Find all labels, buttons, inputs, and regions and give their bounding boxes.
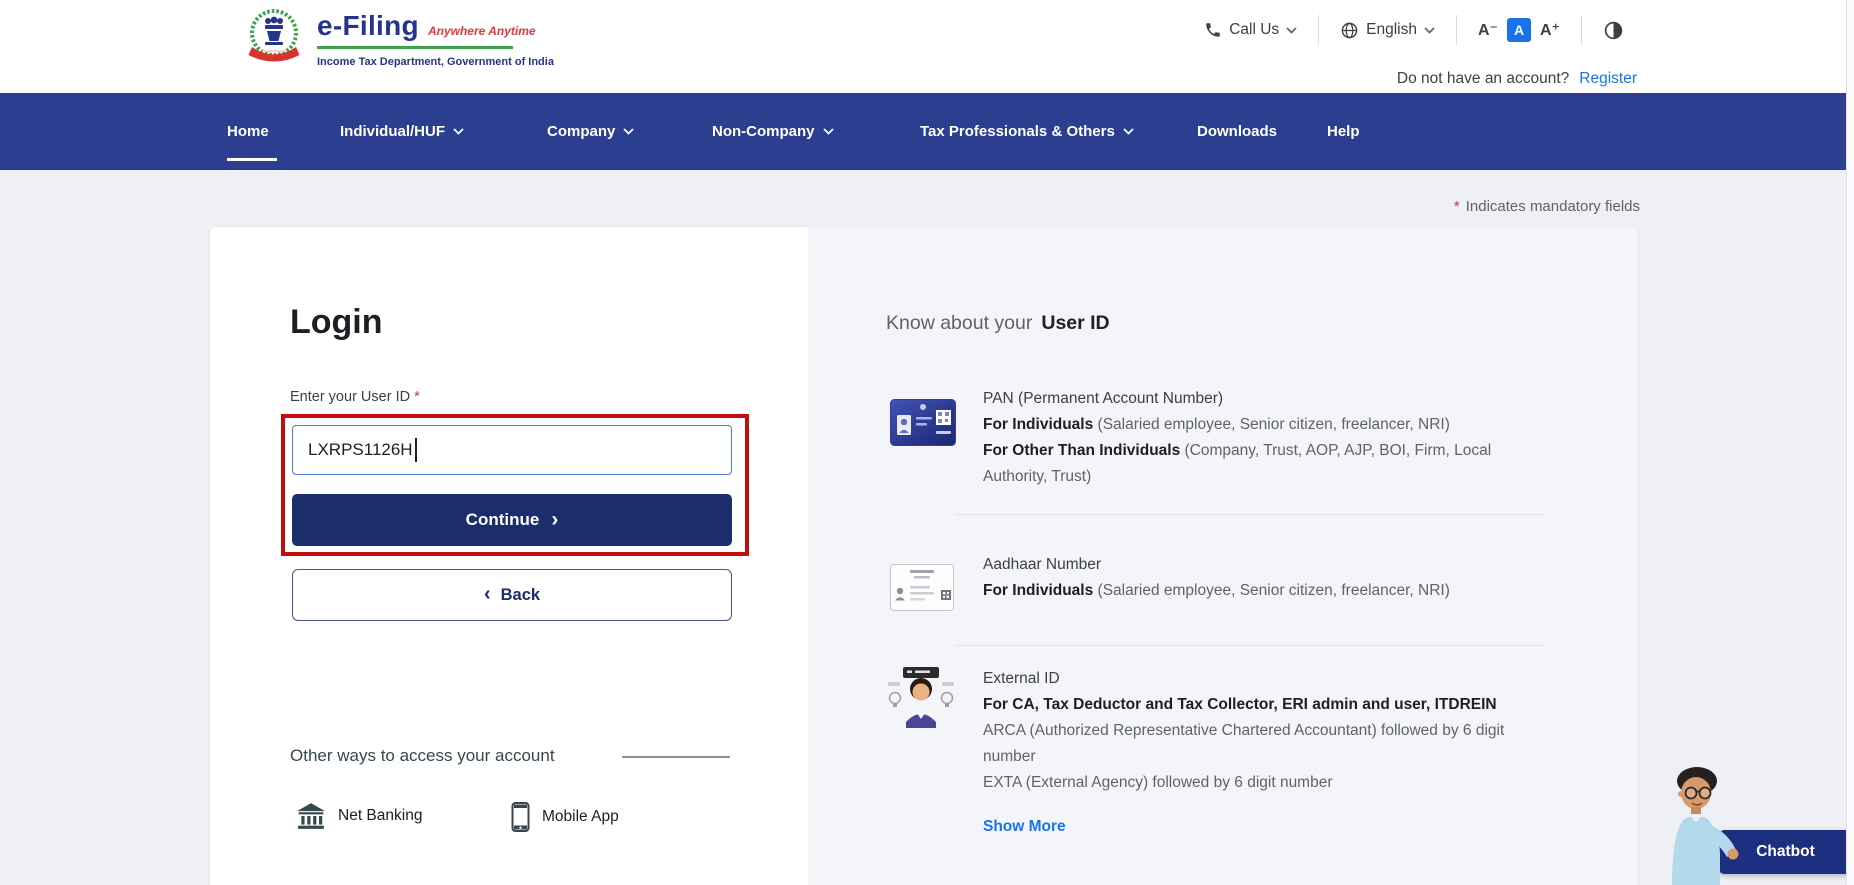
section-separator [955,514,1545,515]
net-banking-label: Net Banking [338,807,422,825]
header-utility-bar: Call Us English A⁻ A A⁺ [1204,12,1624,48]
pan-line1: For Individuals (Salaried employee, Seni… [983,412,1549,438]
nav-help-label: Help [1327,123,1360,140]
font-decrease-button[interactable]: A⁻ [1478,20,1498,40]
brand-tagline: Anywhere Anytime [428,24,536,38]
font-increase-button[interactable]: A⁺ [1540,20,1560,40]
mandatory-star: * [1454,198,1460,215]
section-separator [955,645,1545,646]
contrast-toggle-icon[interactable] [1603,20,1624,41]
user-id-value: LXRPS1126H [308,440,413,460]
account-prompt: Do not have an account? [1397,70,1569,88]
globe-icon [1340,21,1359,40]
nav-tax-professionals-label: Tax Professionals & Others [920,123,1115,140]
net-banking-option[interactable]: Net Banking [296,802,422,830]
call-us-menu[interactable]: Call Us [1204,21,1297,39]
page-title: Login [290,303,383,342]
user-id-label-text: Enter your User ID [290,389,410,405]
external-id-icon [886,666,956,728]
aadhaar-section: Aadhaar Number For Individuals (Salaried… [983,552,1549,604]
other-ways-heading: Other ways to access your account [290,746,555,766]
register-link[interactable]: Register [1579,70,1637,88]
know-title-prefix: Know about your [886,312,1032,335]
call-us-label: Call Us [1229,21,1279,39]
language-label: English [1366,21,1417,39]
efiling-logo: e-Filing Anywhere Anytime Income Tax Dep… [245,6,554,70]
divider [1456,15,1457,45]
mobile-app-option[interactable]: Mobile App [511,802,619,832]
nav-downloads-label: Downloads [1197,123,1277,140]
brand-name: e-Filing [317,10,419,42]
nav-company-label: Company [547,123,615,140]
external-line3: EXTA (External Agency) followed by 6 dig… [983,770,1539,796]
phone-icon [1204,21,1222,39]
pan-card-icon [890,399,956,446]
aadhaar-card-icon [890,564,954,611]
continue-label: Continue [466,510,540,530]
nav-individual-label: Individual/HUF [340,123,445,140]
external-line2: ARCA (Authorized Representative Chartere… [983,718,1539,770]
nav-item-individual-huf[interactable]: Individual/HUF [340,93,464,170]
continue-button[interactable]: Continue › [292,494,732,546]
chevron-down-icon [1286,27,1297,34]
back-button[interactable]: ‹ Back [292,569,732,621]
logo-text: e-Filing Anywhere Anytime Income Tax Dep… [317,6,554,70]
mandatory-fields-note: * Indicates mandatory fields [1454,198,1640,215]
brand-subtitle: Income Tax Department, Government of Ind… [317,56,554,68]
show-more-link[interactable]: Show More [983,818,1066,836]
user-id-input[interactable]: LXRPS1126H [292,425,732,475]
aadhaar-line1: For Individuals (Salaried employee, Seni… [983,578,1549,604]
main-navigation: Home Individual/HUF Company Non-Company … [0,93,1854,170]
chatbot-label: Chatbot [1756,843,1815,861]
pan-heading: PAN (Permanent Account Number) [983,386,1549,412]
chatbot-avatar-icon[interactable] [1648,760,1740,885]
nav-item-downloads[interactable]: Downloads [1197,93,1277,170]
chevron-left-icon: ‹ [484,584,491,606]
font-default-button[interactable]: A [1507,18,1531,42]
nav-item-help[interactable]: Help [1327,93,1360,170]
nav-item-tax-professionals[interactable]: Tax Professionals & Others [920,93,1134,170]
aadhaar-heading: Aadhaar Number [983,552,1549,578]
external-heading: External ID [983,666,1539,692]
nav-non-company-label: Non-Company [712,123,815,140]
chevron-down-icon [1123,128,1134,135]
language-menu[interactable]: English [1340,21,1435,40]
bank-icon [296,802,326,830]
required-star: * [414,389,420,405]
pan-section: PAN (Permanent Account Number) For Indiv… [983,386,1549,490]
efiling-login-page: e-Filing Anywhere Anytime Income Tax Dep… [0,0,1854,885]
other-ways-rule [622,756,730,758]
register-row: Do not have an account? Register [1397,70,1637,88]
back-label: Back [501,586,540,605]
text-caret [415,438,417,462]
divider [1581,15,1582,45]
mobile-app-label: Mobile App [542,808,619,826]
know-title-strong: User ID [1041,312,1109,335]
external-id-section: External ID For CA, Tax Deductor and Tax… [983,666,1539,796]
nav-item-non-company[interactable]: Non-Company [712,93,834,170]
nav-home-label: Home [227,123,269,140]
chevron-right-icon: › [551,509,558,532]
external-line1: For CA, Tax Deductor and Tax Collector, … [983,692,1539,718]
know-panel-title: Know about your User ID [886,312,1110,335]
scrollbar[interactable] [1846,0,1854,885]
chevron-down-icon [453,128,464,135]
divider [1318,15,1319,45]
user-id-label: Enter your User ID* [290,389,420,405]
nav-item-company[interactable]: Company [547,93,634,170]
pan-line2: For Other Than Individuals (Company, Tru… [983,438,1549,490]
logo-green-rule [317,46,513,49]
chevron-down-icon [1424,27,1435,34]
income-tax-emblem-icon [245,6,303,64]
chevron-down-icon [823,128,834,135]
mandatory-text: Indicates mandatory fields [1466,198,1640,215]
mobile-phone-icon [511,802,530,832]
active-nav-underline [227,158,277,161]
chevron-down-icon [623,128,634,135]
